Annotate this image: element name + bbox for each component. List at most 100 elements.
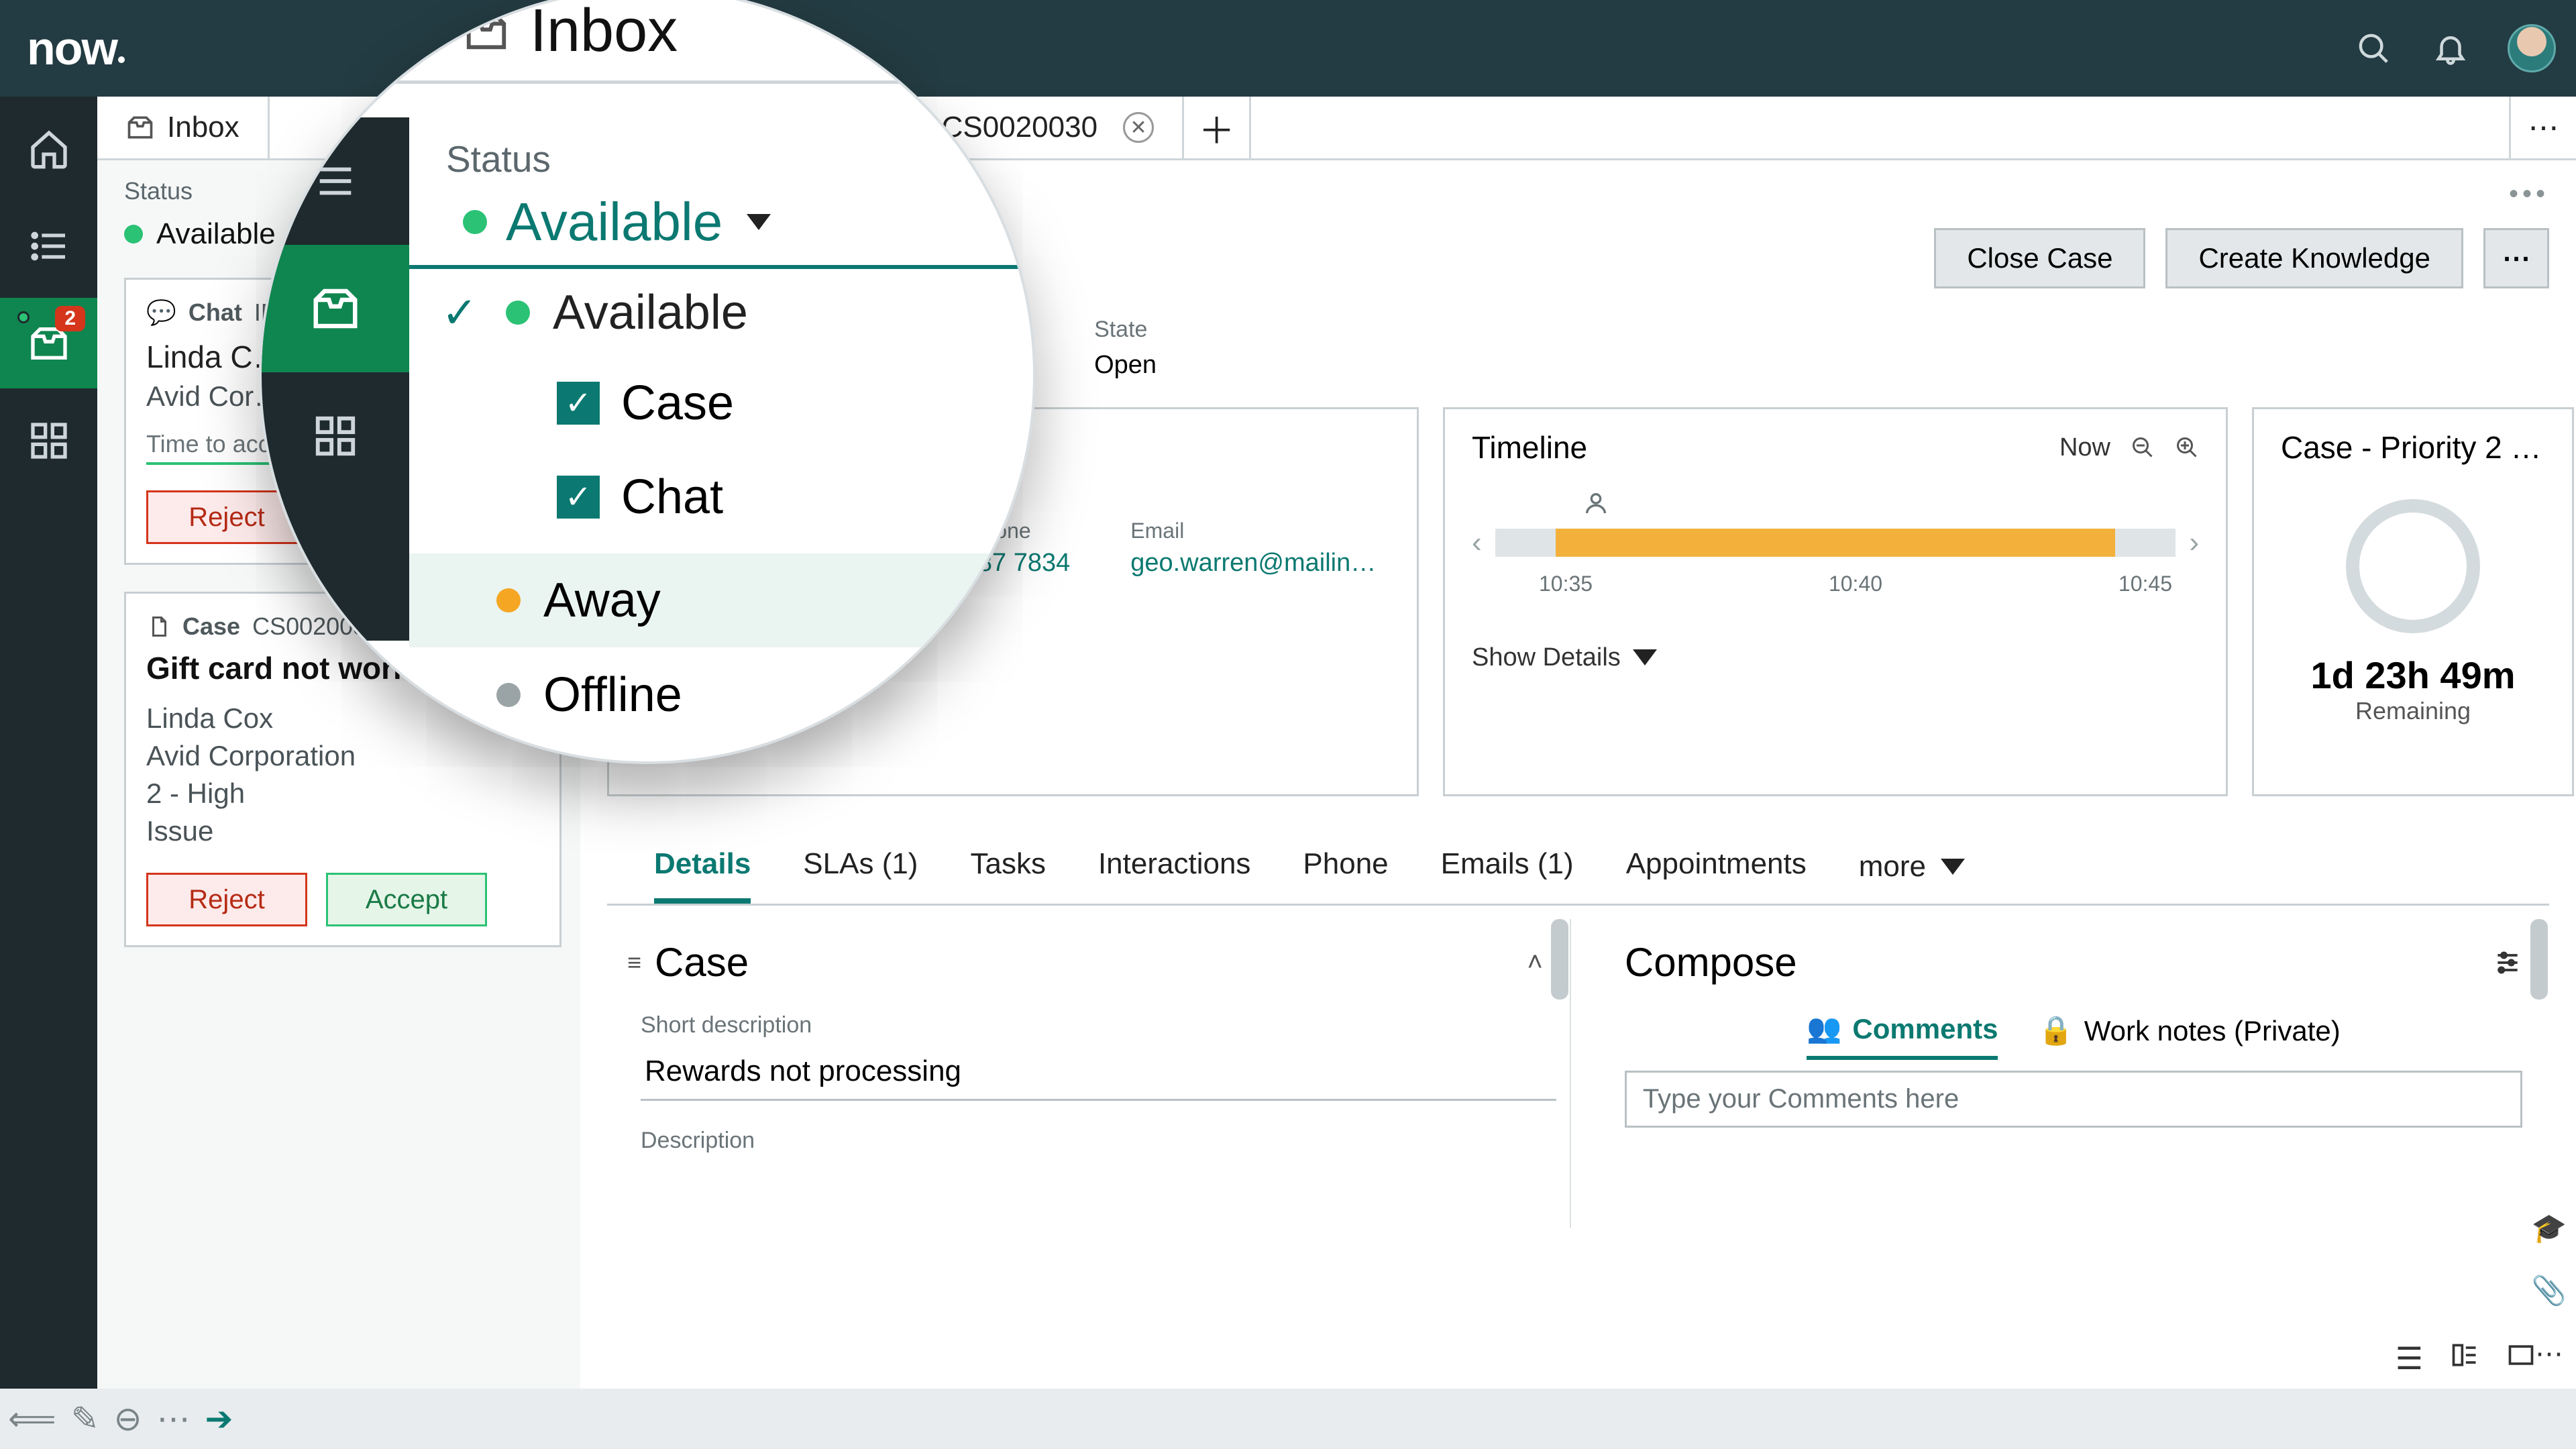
status-option-available[interactable]: ✓ Available (436, 285, 748, 340)
compose-tab-comments[interactable]: 👥 Comments (1807, 1012, 1998, 1060)
tab-interactions[interactable]: Interactions (1098, 847, 1250, 904)
page-actions-more[interactable]: ⋯ (2483, 228, 2549, 288)
zoom-out-icon[interactable] (2131, 435, 2155, 460)
settings-icon[interactable] (2493, 948, 2522, 977)
status-option-offline[interactable]: Offline (496, 667, 682, 722)
tab-details[interactable]: Details (654, 847, 751, 904)
lens-rail-inbox[interactable] (262, 245, 409, 372)
timeline-ticks: 10:35 10:40 10:45 (1539, 572, 2172, 596)
tab-emails[interactable]: Emails (1) (1441, 847, 1574, 904)
tab-phone[interactable]: Phone (1303, 847, 1388, 904)
create-knowledge-button[interactable]: Create Knowledge (2165, 228, 2463, 288)
lens-status-selected: Available (506, 191, 722, 253)
presence-dot-icon (17, 311, 30, 323)
email-label: Email (1130, 519, 1376, 543)
magnifier-overlay: Inbox Status Available ✓ Available (262, 0, 1033, 761)
attachment-icon[interactable]: 📎 (2532, 1275, 2567, 1307)
sla-gauge-icon (2346, 499, 2480, 633)
search-icon[interactable] (2353, 28, 2394, 68)
chat-bubble-icon: 💬 (146, 299, 176, 327)
rail-home[interactable] (0, 103, 97, 194)
person-marker-icon (1582, 490, 1609, 517)
accept-button[interactable]: Accept (326, 873, 487, 926)
rail-apps[interactable] (0, 395, 97, 486)
reject-button[interactable]: Reject (146, 873, 307, 926)
new-tab-button[interactable]: ＋ (1184, 97, 1251, 158)
sla-panel: Case - Priority 2 re… 1d 23h 49m Remaini… (2252, 407, 2574, 796)
sla-time-remaining: 1d 23h 49m (2281, 653, 2545, 697)
brand-logo: now (27, 21, 117, 75)
timeline-now[interactable]: Now (2059, 433, 2110, 462)
view-card-icon[interactable] (2506, 1340, 2536, 1377)
user-avatar[interactable] (2508, 24, 2556, 72)
compose-tablist: 👥 Comments 🔒 Work notes (Private) (1625, 1012, 2522, 1060)
timeline-track: ‹ › (1472, 526, 2199, 559)
tab-tasks[interactable]: Tasks (970, 847, 1045, 904)
comments-placeholder: Type your Comments here (1643, 1084, 1959, 1114)
people-icon: 👥 (1807, 1012, 1841, 1045)
scrollbar[interactable] (2530, 919, 2548, 1000)
tab-inbox-label: Inbox (167, 111, 239, 144)
arrow-left-icon[interactable]: ⟸ (8, 1399, 56, 1438)
tab-more[interactable]: more (1859, 847, 1965, 904)
circle-minus-icon[interactable]: ⊖ (114, 1399, 142, 1438)
close-case-button[interactable]: Close Case (1934, 228, 2145, 288)
state-label: State (1094, 317, 1157, 343)
compose-tab-worknotes-label: Work notes (Private) (2084, 1015, 2341, 1047)
rail-inbox[interactable]: 2 (0, 298, 97, 388)
short-description-label: Short description (641, 1012, 1543, 1038)
pencil-icon[interactable]: ✎ (71, 1399, 99, 1438)
channel-toggle-chat[interactable]: ✓ Chat (557, 470, 723, 525)
detail-column: ≡ Case ˄ Short description Description (607, 919, 1571, 1228)
zoom-in-icon[interactable] (2175, 435, 2199, 460)
scrollbar[interactable] (1551, 919, 1568, 1000)
comments-input[interactable]: Type your Comments here (1625, 1071, 2522, 1128)
card-type: Case (182, 612, 240, 641)
email-value[interactable]: geo.warren@mailin… (1130, 549, 1376, 578)
status-dot-icon (463, 210, 487, 234)
lens-status-selector[interactable]: Available (463, 191, 771, 253)
compose-tab-worknotes[interactable]: 🔒 Work notes (Private) (2038, 1014, 2340, 1058)
section-title[interactable]: ≡ Case (627, 939, 749, 985)
education-icon[interactable]: 🎓 (2532, 1212, 2567, 1245)
short-description-input[interactable] (641, 1044, 1556, 1101)
lens-rail-apps[interactable] (262, 372, 409, 500)
tab-appointments[interactable]: Appointments (1626, 847, 1807, 904)
card-priority: 2 - High (146, 777, 539, 810)
main-overflow-icon[interactable]: ••• (2509, 179, 2549, 209)
status-option-away[interactable]: Away (409, 553, 1033, 647)
chevron-left-icon[interactable]: ‹ (1472, 526, 1482, 559)
channel-toggle-case[interactable]: ✓ Case (557, 376, 734, 431)
arrow-right-icon[interactable]: ➔ (205, 1399, 233, 1438)
chevron-down-icon (1941, 859, 1965, 875)
compose-title: Compose (1625, 939, 1797, 985)
status-value: Available (156, 217, 276, 251)
tabstrip-overflow[interactable]: ⋯ (2509, 97, 2576, 158)
section-title-text: Case (655, 939, 749, 985)
detail-compose-row: ≡ Case ˄ Short description Description C… (580, 906, 2576, 1228)
channel-label: Case (621, 376, 734, 431)
bell-icon[interactable] (2430, 28, 2471, 68)
lock-icon: 🔒 (2038, 1014, 2073, 1047)
show-details-toggle[interactable]: Show Details (1472, 643, 2199, 672)
lens-header-text: Inbox (530, 0, 678, 66)
check-icon: ✓ (436, 288, 483, 338)
timeline-bar[interactable] (1495, 529, 2176, 557)
lens-rail-list[interactable] (262, 117, 409, 245)
tab-slas[interactable]: SLAs (1) (803, 847, 918, 904)
document-icon (146, 614, 170, 639)
overflow-icon[interactable]: ⋯ (2535, 1337, 2563, 1370)
view-split-icon[interactable] (2450, 1340, 2479, 1377)
drag-handle-icon[interactable]: ≡ (627, 949, 641, 977)
inbox-icon (463, 8, 510, 55)
chevron-down-icon (1633, 649, 1657, 665)
view-list-icon[interactable]: ☰ (2396, 1340, 2423, 1377)
close-icon[interactable]: ✕ (1123, 112, 1154, 143)
rail-list[interactable] (0, 201, 97, 291)
status-dot-icon (506, 301, 530, 325)
card-category: Issue (146, 815, 539, 847)
dots-circle-icon[interactable]: ⋯ (157, 1399, 191, 1438)
chevron-right-icon[interactable]: › (2189, 526, 2199, 559)
tab-inbox[interactable]: Inbox (97, 97, 270, 158)
chevron-up-icon[interactable]: ˄ (1527, 947, 1543, 977)
